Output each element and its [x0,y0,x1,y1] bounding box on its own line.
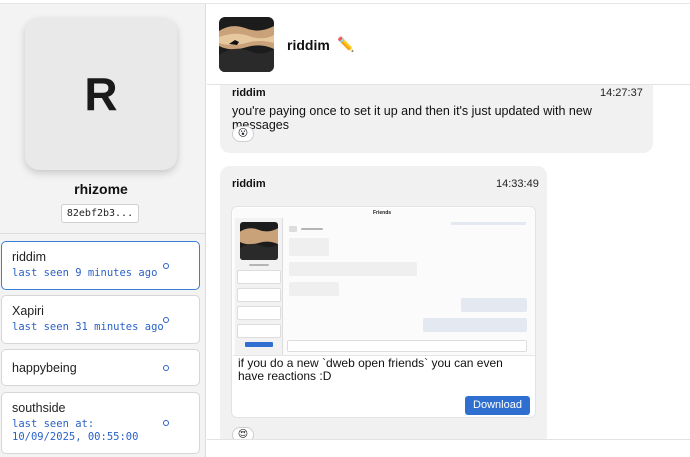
attachment-card: Friends if you do a new `dweb open frien… [231,206,536,418]
mini-window-title: Friends [373,210,392,216]
window-top-edge [0,0,690,4]
mini-message-input [287,340,527,352]
contact-item-xapiri[interactable]: Xapiri last seen 31 minutes ago [1,295,200,344]
message-time: 14:27:37 [600,87,643,99]
message-bubble-attachment: riddim 14:33:49 Friends if you do a new … [220,166,547,439]
message-sender: riddim [232,178,266,190]
profile-key-button[interactable]: 82ebf2b3... [61,204,139,223]
reaction-badge[interactable]: 😮 [232,126,254,142]
profile-avatar[interactable]: R [25,18,177,170]
contact-last-seen: last seen at: 10/09/2025, 00:55:00 [12,418,139,443]
composer-area[interactable] [207,439,690,457]
reaction-badge[interactable]: 😍 [232,427,254,439]
message-text: you're paying once to set it up and then… [232,104,592,132]
sidebar-divider [0,233,205,234]
chat-title: riddim [287,37,330,53]
attachment-caption: if you do a new `dweb open friends` you … [238,356,503,383]
contact-name: Xapiri [12,304,44,318]
contact-name: riddim [12,250,47,264]
message-time: 14:33:49 [496,178,539,190]
contact-item-southside[interactable]: southside last seen at: 10/09/2025, 00:5… [1,392,200,454]
pencil-icon[interactable]: ✏️ [337,36,354,53]
mini-avatar [240,222,278,260]
contact-last-seen: last seen 31 minutes ago [12,321,164,333]
status-dot-icon [163,365,169,371]
attachment-screenshot-image[interactable]: Friends [233,208,535,356]
mini-sidebar [235,218,283,355]
contact-item-happybeing[interactable]: happybeing [1,349,200,386]
status-dot-icon [163,263,169,269]
contact-last-seen: last seen 9 minutes ago [12,267,158,279]
message-list[interactable]: riddim 14:27:37 you're paying once to se… [207,85,690,439]
sidebar: R rhizome 82ebf2b3... riddim last seen 9… [0,4,206,457]
contact-name: southside [12,401,66,415]
download-button[interactable]: Download [465,396,530,415]
contact-item-riddim[interactable]: riddim last seen 9 minutes ago [1,241,200,290]
status-dot-icon [163,420,169,426]
status-dot-icon [163,317,169,323]
message-sender: riddim [232,87,266,99]
profile-name: rhizome [74,181,128,197]
chat-header: riddim ✏️ [207,4,690,85]
message-bubble: riddim 14:27:37 you're paying once to se… [220,85,653,153]
chat-avatar[interactable] [219,17,274,72]
